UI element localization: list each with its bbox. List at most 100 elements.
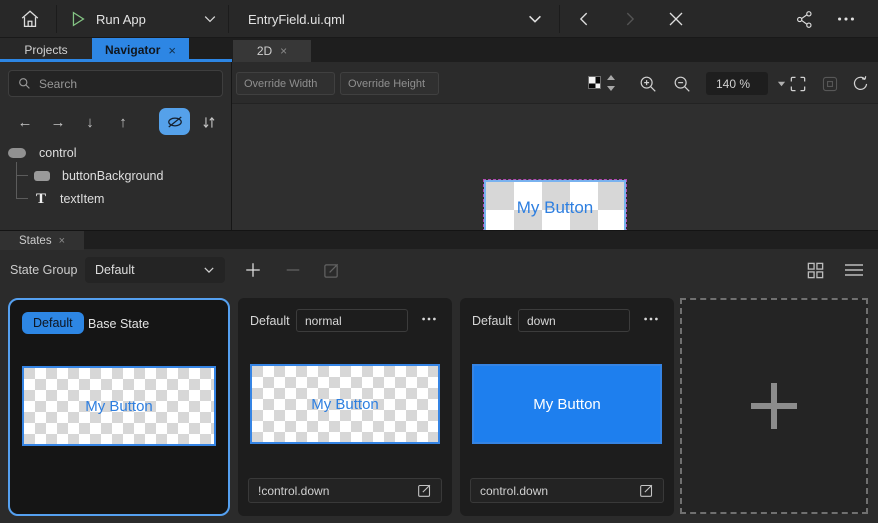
when-condition-field[interactable]: control.down — [470, 478, 664, 503]
eye-slash-icon — [165, 113, 185, 131]
zoom-out-button[interactable] — [669, 71, 695, 96]
close-icon — [666, 9, 686, 29]
chevron-left-icon — [575, 10, 593, 28]
show-invisible-items-toggle[interactable] — [159, 108, 190, 135]
rename-state-group-button[interactable] — [316, 255, 346, 285]
add-state-group-button[interactable] — [238, 255, 268, 285]
navigator-search-box[interactable] — [8, 70, 223, 97]
toolbar-separator — [56, 5, 57, 33]
rectangle-icon — [34, 171, 50, 181]
spin-down-icon — [607, 86, 615, 91]
run-app-button[interactable]: Run App — [60, 0, 228, 38]
search-input[interactable] — [39, 77, 213, 91]
tab-close-icon[interactable]: × — [280, 44, 287, 58]
tree-item-label: buttonBackground — [62, 169, 163, 183]
tree-item-label: textItem — [60, 192, 104, 206]
list-view-button[interactable] — [839, 255, 869, 285]
tab-projects-label: Projects — [24, 43, 67, 57]
spin-up-icon — [607, 75, 615, 80]
state-group-badge[interactable]: Default — [22, 312, 84, 334]
thumbnail-view-button[interactable] — [800, 255, 830, 285]
edit-icon[interactable] — [417, 483, 432, 498]
fit-to-screen-button[interactable] — [785, 71, 811, 96]
go-back-button[interactable] — [566, 0, 602, 38]
reverse-order-button[interactable] — [194, 108, 222, 136]
my-button-label: My Button — [517, 198, 594, 218]
state-name-label: Base State — [88, 317, 149, 331]
tab-strip: Projects Navigator × 2D × — [0, 38, 878, 62]
zoom-to-selection-button[interactable] — [817, 71, 843, 96]
2d-toolbar: 140 % — [232, 62, 878, 104]
run-app-chevron-down-icon[interactable] — [202, 11, 218, 27]
open-document-dropdown[interactable]: EntryField.ui.qml — [232, 0, 558, 38]
add-state-button[interactable] — [680, 298, 868, 514]
grid-view-icon — [806, 261, 825, 280]
home-button[interactable] — [10, 0, 50, 38]
reset-view-button[interactable] — [847, 71, 873, 96]
state-group-tag: Default — [472, 314, 512, 328]
qt-design-studio-window: Run App EntryField.ui.qml — [0, 0, 878, 523]
tab-navigator-label: Navigator — [105, 43, 160, 57]
edit-icon — [323, 262, 340, 279]
more-options-button[interactable] — [828, 0, 864, 38]
close-document-button[interactable] — [658, 0, 694, 38]
state-card-base[interactable]: Default Base State My Button — [8, 298, 230, 516]
states-toolbar: State Group Default — [0, 249, 878, 290]
zoom-in-button[interactable] — [635, 71, 661, 96]
when-condition-value: control.down — [480, 484, 639, 498]
state-name-input[interactable] — [296, 309, 408, 332]
state-thumbnail[interactable]: My Button — [22, 366, 216, 446]
fit-screen-icon — [788, 74, 808, 94]
run-app-label: Run App — [96, 12, 146, 27]
state-thumbnail[interactable]: My Button — [472, 364, 662, 444]
tab-2d[interactable]: 2D × — [233, 40, 311, 62]
tab-close-icon[interactable]: × — [168, 43, 176, 58]
state-card-normal[interactable]: Default My Button !control.down — [238, 298, 452, 516]
tree-item-text-item[interactable]: T textItem — [0, 188, 232, 210]
sort-arrows-icon — [200, 114, 217, 131]
thumbnail-button-label: My Button — [311, 396, 379, 413]
tab-states[interactable]: States × — [0, 231, 84, 250]
tree-item-control[interactable]: control — [0, 142, 232, 164]
zoom-level-value: 140 % — [716, 77, 750, 91]
state-menu-button[interactable] — [638, 308, 664, 330]
title-bar: Run App EntryField.ui.qml — [0, 0, 878, 38]
reset-view-icon — [851, 74, 870, 93]
edit-icon[interactable] — [639, 483, 654, 498]
selection-outline: My Button — [483, 179, 627, 237]
my-button-component[interactable]: My Button — [484, 180, 626, 236]
when-condition-field[interactable]: !control.down — [248, 478, 442, 503]
override-height-input[interactable] — [340, 72, 439, 95]
thumbnail-button-label: My Button — [85, 398, 153, 415]
move-down-button[interactable]: ↓ — [76, 108, 104, 136]
2d-canvas[interactable]: My Button — [232, 104, 878, 230]
move-left-button[interactable]: ← — [11, 108, 39, 136]
state-thumbnail[interactable]: My Button — [250, 364, 440, 444]
plus-icon — [751, 383, 797, 429]
background-color-stepper[interactable] — [606, 75, 616, 91]
share-button[interactable] — [786, 0, 822, 38]
list-view-icon — [844, 262, 864, 278]
remove-state-group-button[interactable] — [278, 255, 308, 285]
state-card-down[interactable]: Default My Button control.down — [460, 298, 674, 516]
share-icon — [794, 9, 815, 30]
move-up-button[interactable]: ↑ — [109, 108, 137, 136]
state-group-select[interactable]: Default — [85, 257, 225, 283]
ellipsis-icon — [835, 8, 857, 30]
zoom-selection-icon — [821, 75, 839, 93]
override-width-input[interactable] — [236, 72, 335, 95]
tree-item-button-background[interactable]: buttonBackground — [0, 165, 232, 187]
states-panel: States × State Group Default — [0, 230, 878, 523]
tab-close-icon[interactable]: × — [59, 235, 65, 247]
toolbar-separator — [228, 5, 229, 33]
arrow-up-icon: ↑ — [119, 114, 127, 131]
background-color-swatch[interactable] — [588, 76, 601, 89]
state-menu-button[interactable] — [416, 308, 442, 330]
move-right-button[interactable]: → — [44, 108, 72, 136]
zoom-level-field[interactable]: 140 % — [706, 72, 768, 95]
go-forward-button[interactable] — [612, 0, 648, 38]
state-group-value: Default — [95, 263, 135, 277]
tree-item-label: control — [39, 146, 77, 160]
document-chevron-down-icon — [526, 10, 544, 28]
state-name-input[interactable] — [518, 309, 630, 332]
